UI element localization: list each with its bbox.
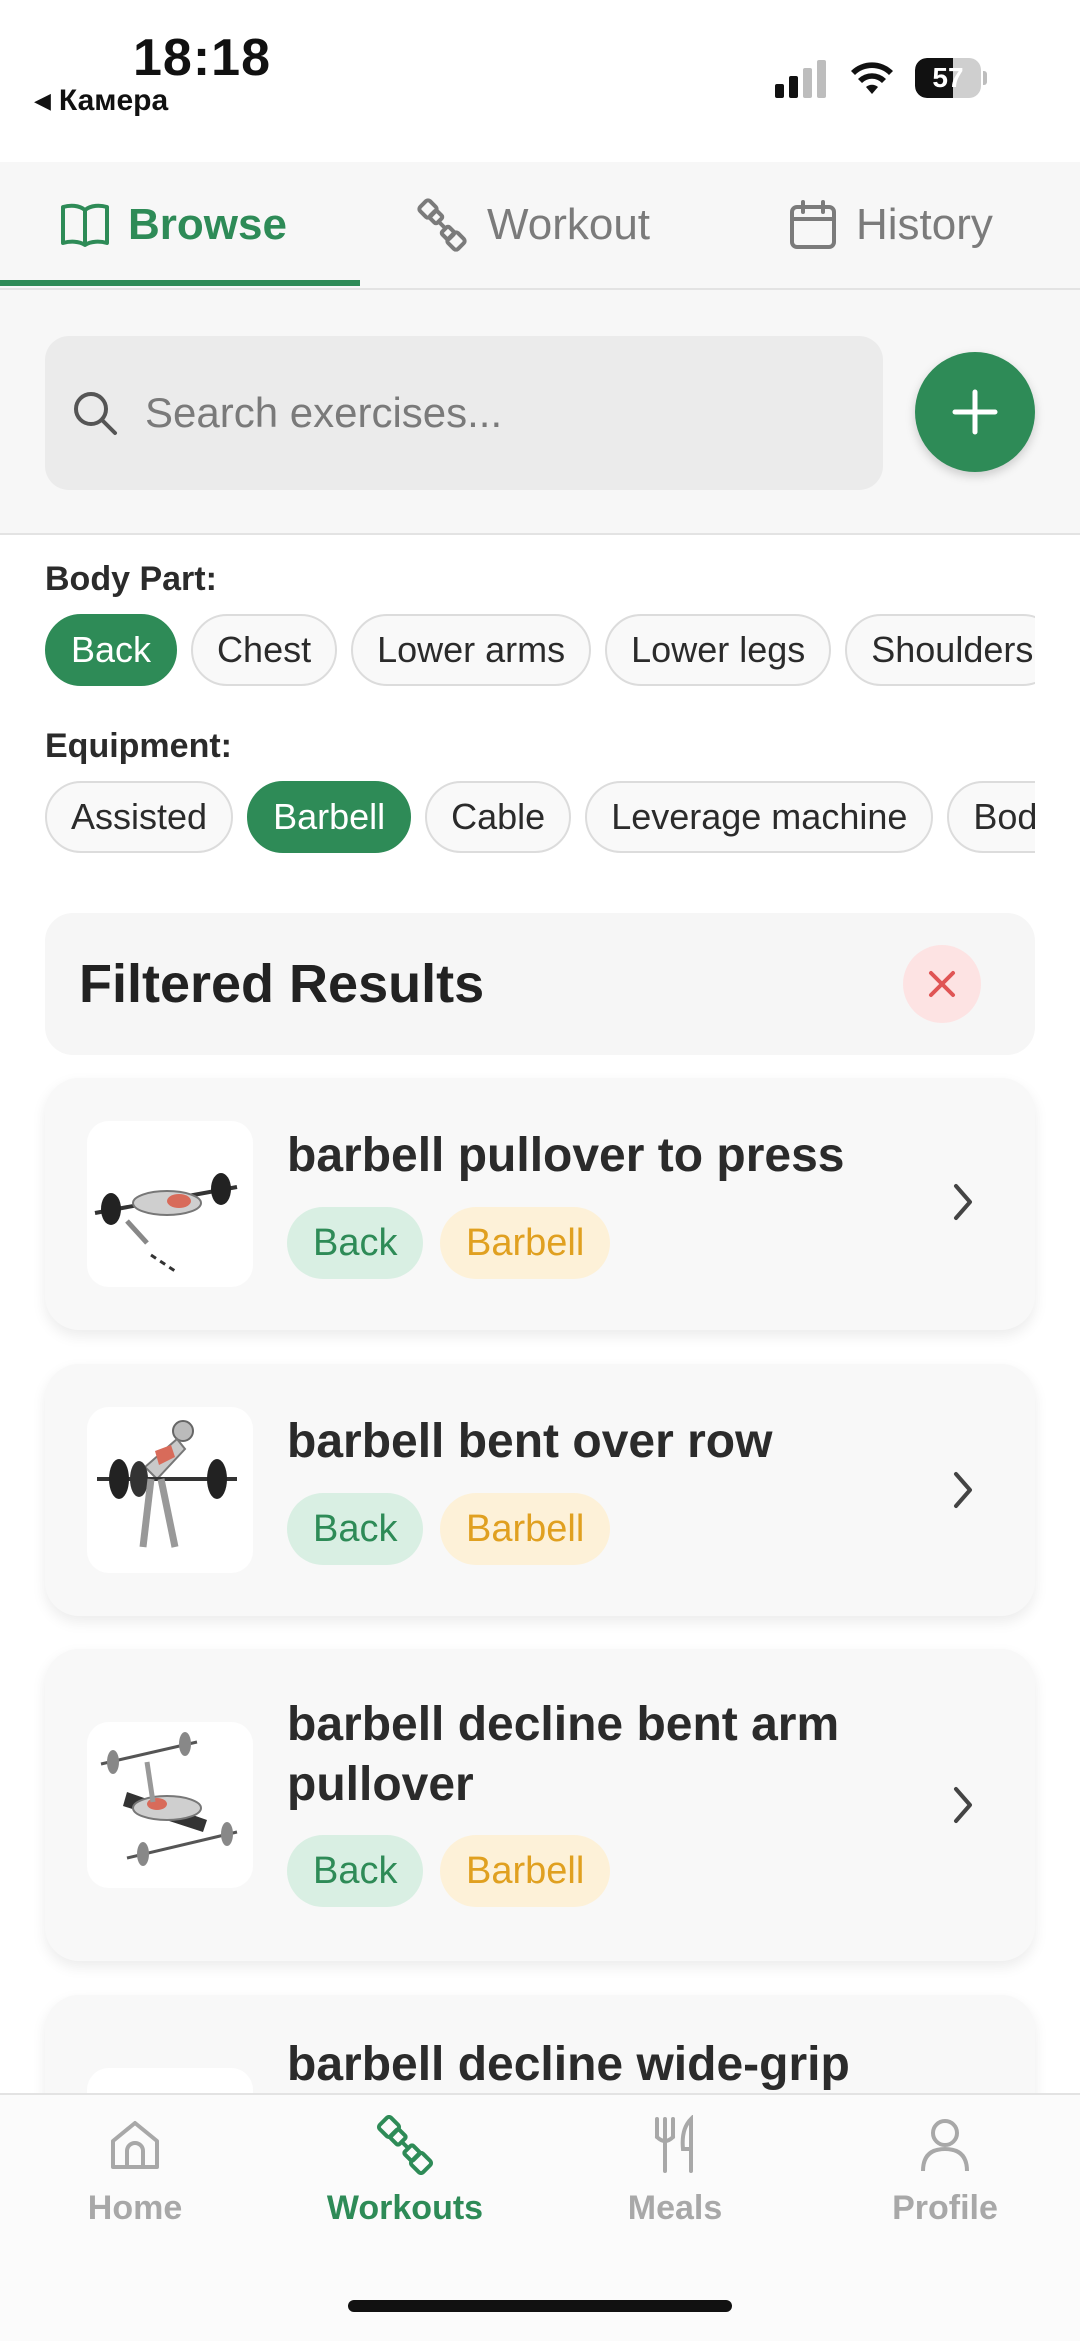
exercise-name: barbell pullover to press [287,1129,845,1182]
back-app-label: Камера [58,84,169,117]
exercise-name: barbell decline wide-grip [287,2038,850,2091]
nav-home-label: Home [87,2189,183,2227]
nav-profile-label: Profile [892,2189,998,2227]
body-part-chip-chest[interactable]: Chest [191,614,338,686]
equipment-chip-body-weight[interactable]: Body weight [947,781,1035,853]
fork-knife-icon [655,2115,693,2173]
dumbbell-icon [417,198,467,252]
calendar-icon [790,200,836,249]
back-triangle-icon: ◀ [34,88,51,113]
tab-history[interactable]: History [788,162,993,288]
home-indicator[interactable] [348,2300,732,2312]
body-part-tag: Back [287,1207,424,1279]
equipment-chip-row[interactable]: AssistedBarbellCableLeverage machineBody… [45,781,1035,857]
exercise-name: barbell bent over row [287,1415,773,1468]
clear-filters-button[interactable] [903,945,981,1023]
close-icon [929,971,955,997]
status-bar: 18:18 ◀ Камера 57 [0,0,1080,160]
body-part-filter-label: Body Part: [45,560,217,598]
exercise-illustration-icon [97,1420,237,1548]
equipment-chip-cable[interactable]: Cable [425,781,572,853]
exercise-card[interactable]: barbell decline bent arm pullover Back B… [45,1649,1035,1961]
filtered-results-title: Filtered Results [79,954,485,1014]
equipment-tag: Barbell [440,1207,611,1279]
nav-home[interactable]: Home [35,2115,235,2228]
equipment-chip-leverage-machine[interactable]: Leverage machine [585,781,934,853]
home-icon [111,2121,159,2169]
exercise-illustration-icon [100,1732,238,1866]
body-part-chip-row[interactable]: Back Chest Lower arms Lower legs Shoulders [45,614,1035,690]
equipment-tag: Barbell [440,1835,611,1907]
tab-history-label: History [856,200,993,249]
add-exercise-button[interactable] [915,352,1035,472]
exercise-name: barbell decline bent arm pullover [287,1698,840,1811]
chevron-right-icon [954,1184,972,1220]
search-box[interactable] [45,336,883,490]
nav-workouts-label: Workouts [326,2189,484,2227]
exercise-thumbnail [87,1121,253,1287]
search-input[interactable] [145,389,845,437]
exercise-card[interactable]: barbell bent over row Back Barbell [45,1364,1035,1616]
exercise-thumbnail [87,1722,253,1888]
body-part-tag: Back [287,1493,424,1565]
body-part-chip-lower-arms[interactable]: Lower arms [351,614,592,686]
filtered-results-header: Filtered Results [45,913,1035,1055]
tab-workout-label: Workout [487,200,651,249]
chevron-right-icon [954,1472,972,1508]
top-tab-bar: Browse Workout History [0,162,1080,290]
body-part-tag: Back [287,1835,424,1907]
nav-meals[interactable]: Meals [575,2115,775,2228]
exercise-thumbnail [87,1407,253,1573]
nav-workouts[interactable]: Workouts [305,2115,505,2228]
equipment-filter-label: Equipment: [45,727,232,765]
tab-workout[interactable]: Workout [415,162,650,288]
equipment-chip-assisted[interactable]: Assisted [45,781,234,853]
book-icon [61,203,109,247]
nav-profile[interactable]: Profile [845,2115,1045,2228]
active-tab-indicator [0,280,360,286]
exercise-card[interactable]: barbell pullover to press Back Barbell [45,1078,1035,1330]
user-icon [921,2119,969,2172]
wifi-icon [851,62,893,94]
cellular-signal-icon [775,56,826,98]
equipment-chip-barbell[interactable]: Barbell [247,781,412,853]
dumbbell-icon [376,2115,434,2175]
chevron-right-icon [954,1787,972,1823]
body-part-chip-shoulders[interactable]: Shoulders [845,614,1035,686]
tab-browse[interactable]: Browse [60,162,287,288]
equipment-tag: Barbell [440,1493,611,1565]
exercise-illustration-icon [94,1173,238,1273]
status-time: 18:18 [133,29,271,87]
search-area [0,290,1080,535]
search-icon [74,392,117,435]
battery-icon: 57 [915,58,987,98]
battery-level-text: 57 [932,62,964,93]
back-to-app-button[interactable]: ◀ Камера [34,84,168,118]
plus-icon [952,389,998,435]
tab-browse-label: Browse [128,200,287,249]
body-part-chip-lower-legs[interactable]: Lower legs [605,614,832,686]
nav-meals-label: Meals [627,2189,723,2227]
body-part-chip-back[interactable]: Back [45,614,178,686]
